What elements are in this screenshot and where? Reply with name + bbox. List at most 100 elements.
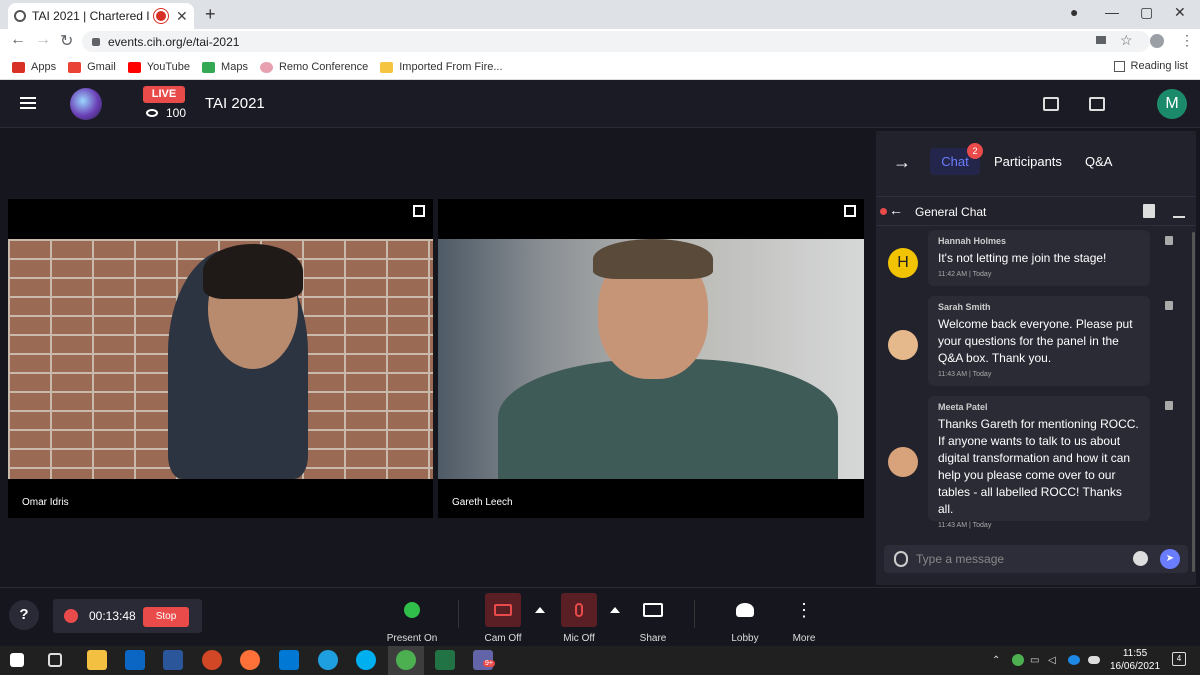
- user-avatar[interactable]: M: [1157, 89, 1187, 119]
- calendar-button[interactable]: [1082, 91, 1112, 117]
- present-button[interactable]: [394, 593, 430, 627]
- collapse-panel-icon[interactable]: →: [893, 152, 911, 173]
- browser-tab[interactable]: TAI 2021 | Chartered Institute ✕: [8, 3, 194, 29]
- video-tile-omar[interactable]: Omar Idris: [8, 199, 433, 518]
- avatar: [888, 447, 918, 477]
- more-button[interactable]: ⋮: [786, 593, 822, 627]
- delete-message-icon[interactable]: [1165, 236, 1173, 245]
- camera-toggle-button[interactable]: [485, 593, 521, 627]
- video-tile-gareth[interactable]: Gareth Leech: [438, 199, 864, 518]
- clapperboard-button[interactable]: [1036, 91, 1066, 117]
- reload-icon[interactable]: ↻: [60, 31, 73, 51]
- battery-icon[interactable]: ▭: [1030, 655, 1039, 666]
- camera-icon[interactable]: [1096, 36, 1106, 44]
- new-tab-button[interactable]: +: [205, 4, 216, 25]
- avatar: [888, 330, 918, 360]
- word-icon[interactable]: [163, 650, 183, 670]
- bookmark-remo[interactable]: Remo Conference: [259, 61, 368, 73]
- forward-icon[interactable]: →: [35, 31, 51, 49]
- participant-name: Gareth Leech: [452, 497, 513, 508]
- delete-message-icon[interactable]: [1165, 401, 1173, 410]
- back-icon[interactable]: ←: [10, 31, 26, 49]
- more-dots-icon: ⋮: [795, 599, 813, 620]
- task-view-icon[interactable]: [48, 653, 62, 667]
- folder-icon: [380, 61, 394, 73]
- share-button[interactable]: [635, 593, 671, 627]
- bookmark-apps[interactable]: Apps: [12, 61, 56, 73]
- delete-message-icon[interactable]: [1165, 301, 1173, 310]
- emoji-icon[interactable]: [1133, 551, 1148, 566]
- message-time: 11:43 AM | Today: [938, 522, 992, 529]
- mic-toggle-button[interactable]: [561, 593, 597, 627]
- lobby-button[interactable]: [727, 593, 763, 627]
- camera-label: Cam Off: [484, 633, 522, 644]
- onedrive-icon[interactable]: [1068, 655, 1080, 665]
- tab-search-icon[interactable]: ●: [1070, 4, 1078, 20]
- windows-start-icon[interactable]: [10, 653, 24, 667]
- powerpoint-icon[interactable]: [202, 650, 222, 670]
- calendar-icon: [1089, 97, 1105, 111]
- mic-off-icon: [575, 603, 583, 617]
- send-button[interactable]: ➤: [1160, 549, 1180, 569]
- chat-title: General Chat: [915, 205, 987, 219]
- tab-participants[interactable]: Participants: [994, 154, 1062, 169]
- close-tab-icon[interactable]: ✕: [176, 8, 188, 25]
- reading-list[interactable]: Reading list: [1113, 60, 1188, 72]
- mic-options-caret-icon[interactable]: [610, 607, 620, 613]
- event-logo: [70, 88, 102, 120]
- chrome-icon[interactable]: [396, 650, 416, 670]
- camera-options-caret-icon[interactable]: [535, 607, 545, 613]
- viewer-count: 100: [146, 106, 186, 120]
- back-arrow-icon[interactable]: ←: [889, 202, 903, 218]
- bookmark-youtube[interactable]: YouTube: [127, 61, 190, 73]
- excel-icon[interactable]: [435, 650, 455, 670]
- tray-chevron-icon[interactable]: ⌃: [992, 655, 1000, 666]
- share-label: Share: [639, 633, 667, 644]
- hamburger-menu-icon[interactable]: [20, 97, 36, 109]
- firefox-icon[interactable]: [240, 650, 260, 670]
- maximize-icon[interactable]: ▢: [1140, 4, 1153, 21]
- bookmark-maps[interactable]: Maps: [202, 61, 248, 73]
- event-title: TAI 2021: [205, 95, 265, 112]
- message-sender: Sarah Smith: [938, 302, 991, 312]
- chat-scrollbar[interactable]: [1192, 232, 1195, 572]
- close-window-icon[interactable]: ✕: [1174, 4, 1186, 21]
- stop-recording-button[interactable]: Stop: [143, 607, 189, 627]
- message-body: Thanks Gareth for mentioning ROCC. If an…: [938, 417, 1139, 516]
- message-body: It's not letting me join the stage!: [938, 251, 1107, 265]
- download-icon[interactable]: [1173, 204, 1185, 218]
- file-explorer-icon[interactable]: [87, 650, 107, 670]
- live-badge: LIVE: [143, 86, 185, 103]
- expand-icon[interactable]: [844, 205, 856, 217]
- help-button[interactable]: ?: [9, 600, 39, 630]
- volume-icon[interactable]: ◁: [1048, 655, 1056, 666]
- youtube-icon: [127, 61, 141, 73]
- internet-explorer-icon[interactable]: [318, 650, 338, 670]
- globe-icon: [14, 10, 26, 22]
- notifications-icon[interactable]: 4: [1172, 652, 1186, 666]
- maps-icon: [202, 61, 216, 73]
- presenter-mic-icon: [404, 602, 420, 618]
- attachment-icon[interactable]: [894, 551, 908, 567]
- clock-time: 11:55: [1122, 648, 1148, 659]
- minimize-icon[interactable]: —: [1105, 4, 1119, 20]
- star-icon[interactable]: ☆: [1120, 32, 1133, 49]
- tab-qa[interactable]: Q&A: [1085, 154, 1112, 169]
- divider: [694, 600, 695, 628]
- cloud-icon[interactable]: [1088, 656, 1100, 664]
- people-icon: [736, 603, 754, 617]
- address-bar[interactable]: events.cih.org/e/tai-2021: [82, 31, 1150, 52]
- message-sender: Meeta Patel: [938, 402, 988, 412]
- trash-icon[interactable]: [1143, 204, 1155, 218]
- linkedin-icon[interactable]: [125, 650, 145, 670]
- expand-icon[interactable]: [413, 205, 425, 217]
- message-input[interactable]: [916, 549, 1116, 569]
- taskbar-clock[interactable]: 11:55 16/06/2021: [1110, 647, 1160, 673]
- profile-icon[interactable]: [1150, 34, 1164, 48]
- bookmark-gmail[interactable]: Gmail: [68, 61, 116, 73]
- skype-icon[interactable]: [356, 650, 376, 670]
- outlook-icon[interactable]: [279, 650, 299, 670]
- bookmark-imported[interactable]: Imported From Fire...: [380, 61, 503, 73]
- menu-dots-icon[interactable]: ⋮: [1180, 32, 1194, 49]
- tray-app-icon[interactable]: [1012, 654, 1024, 666]
